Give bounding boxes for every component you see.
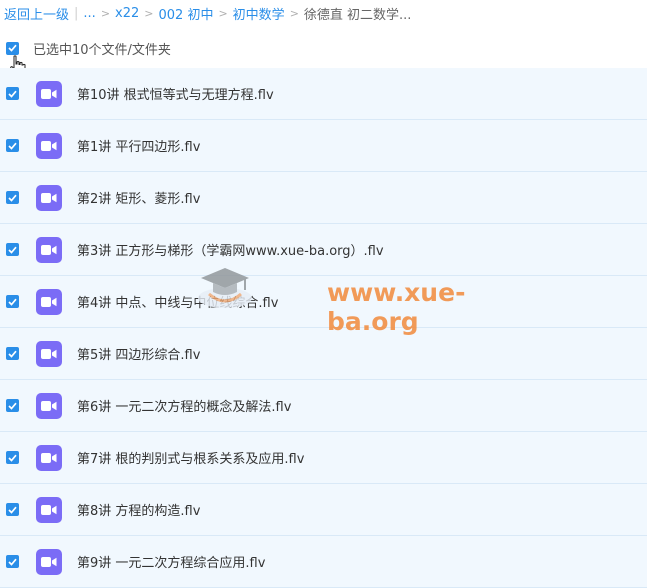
chevron-right-icon: >: [100, 6, 111, 20]
file-name[interactable]: 第5讲 四边形综合.flv: [77, 344, 200, 363]
row-checkbox[interactable]: [6, 503, 19, 516]
video-file-icon: [36, 444, 62, 471]
video-file-icon: [36, 184, 62, 211]
breadcrumb: 返回上一级 | ... > x22 > 002 初中 > 初中数学 > 徐德直 …: [0, 0, 647, 26]
breadcrumb-item[interactable]: 002 初中: [159, 4, 214, 23]
file-name[interactable]: 第9讲 一元二次方程综合应用.flv: [77, 552, 265, 571]
file-name[interactable]: 第10讲 根式恒等式与无理方程.flv: [77, 84, 274, 103]
list-item[interactable]: 第6讲 一元二次方程的概念及解法.flv: [0, 380, 647, 432]
file-name[interactable]: 第3讲 正方形与梯形（学霸网www.xue-ba.org）.flv: [77, 240, 384, 259]
checkmark-icon: [8, 350, 17, 358]
list-item[interactable]: 第5讲 四边形综合.flv: [0, 328, 647, 380]
checkmark-icon: [8, 44, 17, 52]
breadcrumb-item[interactable]: x22: [115, 6, 139, 21]
row-checkbox[interactable]: [6, 87, 19, 100]
select-all-checkbox[interactable]: [6, 41, 19, 55]
checkmark-icon: [8, 402, 17, 410]
list-item[interactable]: 第7讲 根的判别式与根系关系及应用.flv: [0, 432, 647, 484]
checkmark-icon: [8, 90, 17, 98]
row-checkbox[interactable]: [6, 191, 19, 204]
breadcrumb-item[interactable]: 初中数学: [233, 4, 285, 23]
video-file-icon: [36, 548, 62, 575]
breadcrumb-current: 徐德直 初二数学...: [303, 7, 412, 23]
row-checkbox[interactable]: [6, 451, 19, 464]
list-item[interactable]: 第3讲 正方形与梯形（学霸网www.xue-ba.org）.flv: [0, 224, 647, 276]
list-item[interactable]: 第8讲 方程的构造.flv: [0, 484, 647, 536]
checkmark-icon: [8, 298, 17, 306]
video-file-icon: [36, 392, 62, 419]
list-item[interactable]: 第2讲 矩形、菱形.flv: [0, 172, 647, 224]
video-file-icon: [36, 80, 62, 107]
file-list: 第10讲 根式恒等式与无理方程.flv 第1讲 平行四边形.flv 第2讲 矩形…: [0, 68, 647, 588]
selection-bar: 已选中10个文件/文件夹: [0, 34, 647, 62]
list-item[interactable]: 第1讲 平行四边形.flv: [0, 120, 647, 172]
chevron-right-icon: >: [218, 6, 228, 20]
video-file-icon: [36, 236, 62, 263]
checkmark-icon: [8, 142, 17, 150]
video-file-icon: [36, 340, 62, 367]
file-name[interactable]: 第7讲 根的判别式与根系关系及应用.flv: [77, 448, 304, 467]
file-name[interactable]: 第4讲 中点、中线与中位线综合.flv: [77, 292, 278, 311]
video-file-icon: [36, 132, 62, 159]
file-name[interactable]: 第1讲 平行四边形.flv: [77, 136, 200, 155]
breadcrumb-ellipsis[interactable]: ...: [83, 6, 95, 21]
selection-count-label: 已选中10个文件/文件夹: [33, 42, 171, 58]
row-checkbox[interactable]: [6, 295, 19, 308]
row-checkbox[interactable]: [6, 555, 19, 568]
video-file-icon: [36, 288, 62, 315]
list-item[interactable]: 第10讲 根式恒等式与无理方程.flv: [0, 68, 647, 120]
file-name[interactable]: 第8讲 方程的构造.flv: [77, 500, 200, 519]
chevron-right-icon: >: [289, 6, 299, 20]
video-file-icon: [36, 496, 62, 523]
row-checkbox[interactable]: [6, 347, 19, 360]
chevron-right-icon: >: [144, 6, 154, 20]
file-name[interactable]: 第6讲 一元二次方程的概念及解法.flv: [77, 396, 291, 415]
list-item[interactable]: 第9讲 一元二次方程综合应用.flv: [0, 536, 647, 588]
checkmark-icon: [8, 454, 17, 462]
file-name[interactable]: 第2讲 矩形、菱形.flv: [77, 188, 200, 207]
checkmark-icon: [8, 506, 17, 514]
back-link[interactable]: 返回上一级: [4, 4, 69, 23]
breadcrumb-divider: |: [74, 5, 79, 21]
checkmark-icon: [8, 558, 17, 566]
list-item[interactable]: 第4讲 中点、中线与中位线综合.flv: [0, 276, 647, 328]
checkmark-icon: [8, 194, 17, 202]
row-checkbox[interactable]: [6, 399, 19, 412]
row-checkbox[interactable]: [6, 243, 19, 256]
row-checkbox[interactable]: [6, 139, 19, 152]
checkmark-icon: [8, 246, 17, 254]
